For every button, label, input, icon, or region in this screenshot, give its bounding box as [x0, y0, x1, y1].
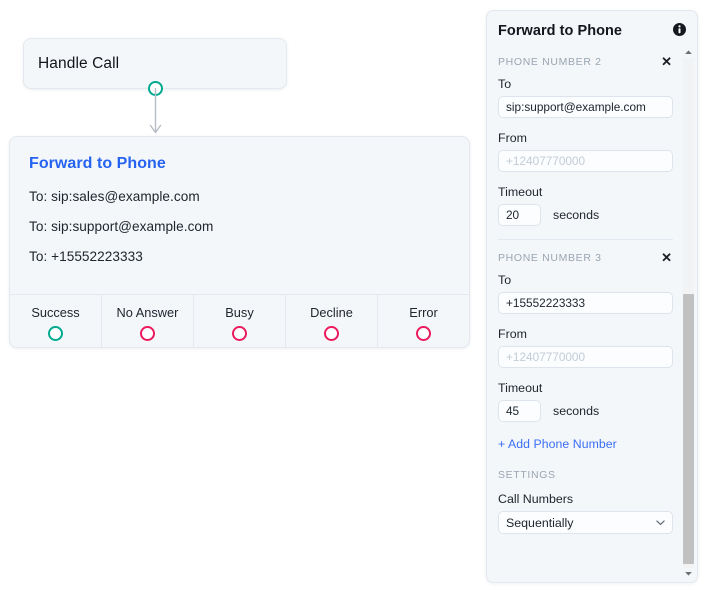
timeout-row-phone-2: seconds — [498, 204, 673, 226]
handle-call-title: Handle Call — [38, 54, 120, 72]
panel-scrollbar[interactable] — [681, 47, 696, 579]
outcome-label: Success — [31, 305, 80, 320]
forward-node-title: Forward to Phone — [29, 155, 166, 172]
circle-port-green-icon[interactable] — [48, 326, 63, 341]
timeout-unit-label: seconds — [553, 404, 600, 418]
flow-canvas: Handle Call Forward to Phone To: sip:sal… — [0, 0, 480, 597]
outcome-label: Decline — [310, 305, 353, 320]
section-divider — [498, 239, 673, 240]
circle-port-pink-icon[interactable] — [324, 326, 339, 341]
timeout-label: Timeout — [498, 381, 543, 395]
call-numbers-selected-value: Sequentially — [506, 515, 574, 530]
timeout-input-phone-3[interactable] — [498, 400, 541, 422]
outcome-busy[interactable]: Busy — [194, 295, 286, 347]
panel-content: PHONE NUMBER 2 ✕ To From Timeout seconds… — [487, 46, 697, 534]
scroll-up-arrow-icon[interactable] — [683, 47, 694, 58]
outcome-label: Busy — [225, 305, 254, 320]
outcome-error[interactable]: Error — [378, 295, 469, 347]
from-label: From — [498, 131, 527, 145]
outcome-success[interactable]: Success — [10, 295, 102, 347]
from-input-phone-3[interactable] — [498, 346, 673, 368]
timeout-input-phone-2[interactable] — [498, 204, 541, 226]
timeout-row-phone-3: seconds — [498, 400, 673, 422]
outcome-decline[interactable]: Decline — [286, 295, 378, 347]
scrollbar-thumb[interactable] — [683, 294, 694, 564]
panel-scroll-area[interactable]: PHONE NUMBER 2 ✕ To From Timeout seconds… — [487, 46, 697, 582]
settings-section-title: SETTINGS — [498, 469, 556, 481]
circle-port-pink-icon[interactable] — [140, 326, 155, 341]
to-label: To — [498, 77, 512, 91]
section-header-phone-number-2: PHONE NUMBER 2 ✕ — [498, 55, 673, 68]
from-label: From — [498, 327, 527, 341]
close-icon[interactable]: ✕ — [660, 251, 673, 264]
to-input-phone-3[interactable] — [498, 292, 673, 314]
forward-to-line: To: sip:support@example.com — [29, 219, 214, 234]
properties-panel: Forward to Phone PHONE NUMBER 2 ✕ To Fro… — [486, 10, 698, 583]
timeout-label: Timeout — [498, 185, 543, 199]
from-input-phone-2[interactable] — [498, 150, 673, 172]
outcome-label: Error — [409, 305, 438, 320]
forward-to-line: To: +15552223333 — [29, 249, 143, 264]
call-numbers-label: Call Numbers — [498, 492, 574, 506]
call-numbers-select-wrap: Sequentially — [498, 511, 673, 534]
forward-node-body: Forward to Phone To: sip:sales@example.c… — [10, 137, 469, 294]
panel-title: Forward to Phone — [498, 23, 623, 39]
handle-call-output-port[interactable] — [148, 81, 163, 96]
outcome-ports-bar: Success No Answer Busy Decline Error — [10, 294, 469, 347]
forward-to-phone-node[interactable]: Forward to Phone To: sip:sales@example.c… — [9, 136, 470, 348]
scroll-down-arrow-icon[interactable] — [683, 568, 694, 579]
add-phone-number-button[interactable]: + Add Phone Number — [498, 437, 617, 451]
circle-port-pink-icon[interactable] — [232, 326, 247, 341]
panel-header: Forward to Phone — [487, 11, 697, 44]
to-input-phone-2[interactable] — [498, 96, 673, 118]
section-title: PHONE NUMBER 2 — [498, 55, 602, 68]
outcome-label: No Answer — [116, 305, 179, 320]
to-label: To — [498, 273, 512, 287]
info-circle-icon[interactable] — [673, 23, 686, 36]
section-title: PHONE NUMBER 3 — [498, 251, 602, 264]
close-icon[interactable]: ✕ — [660, 55, 673, 68]
section-header-phone-number-3: PHONE NUMBER 3 ✕ — [498, 251, 673, 264]
timeout-unit-label: seconds — [553, 208, 600, 222]
forward-to-line: To: sip:sales@example.com — [29, 189, 200, 204]
outcome-no-answer[interactable]: No Answer — [102, 295, 194, 347]
call-numbers-select[interactable]: Sequentially — [498, 511, 673, 534]
circle-port-pink-icon[interactable] — [416, 326, 431, 341]
